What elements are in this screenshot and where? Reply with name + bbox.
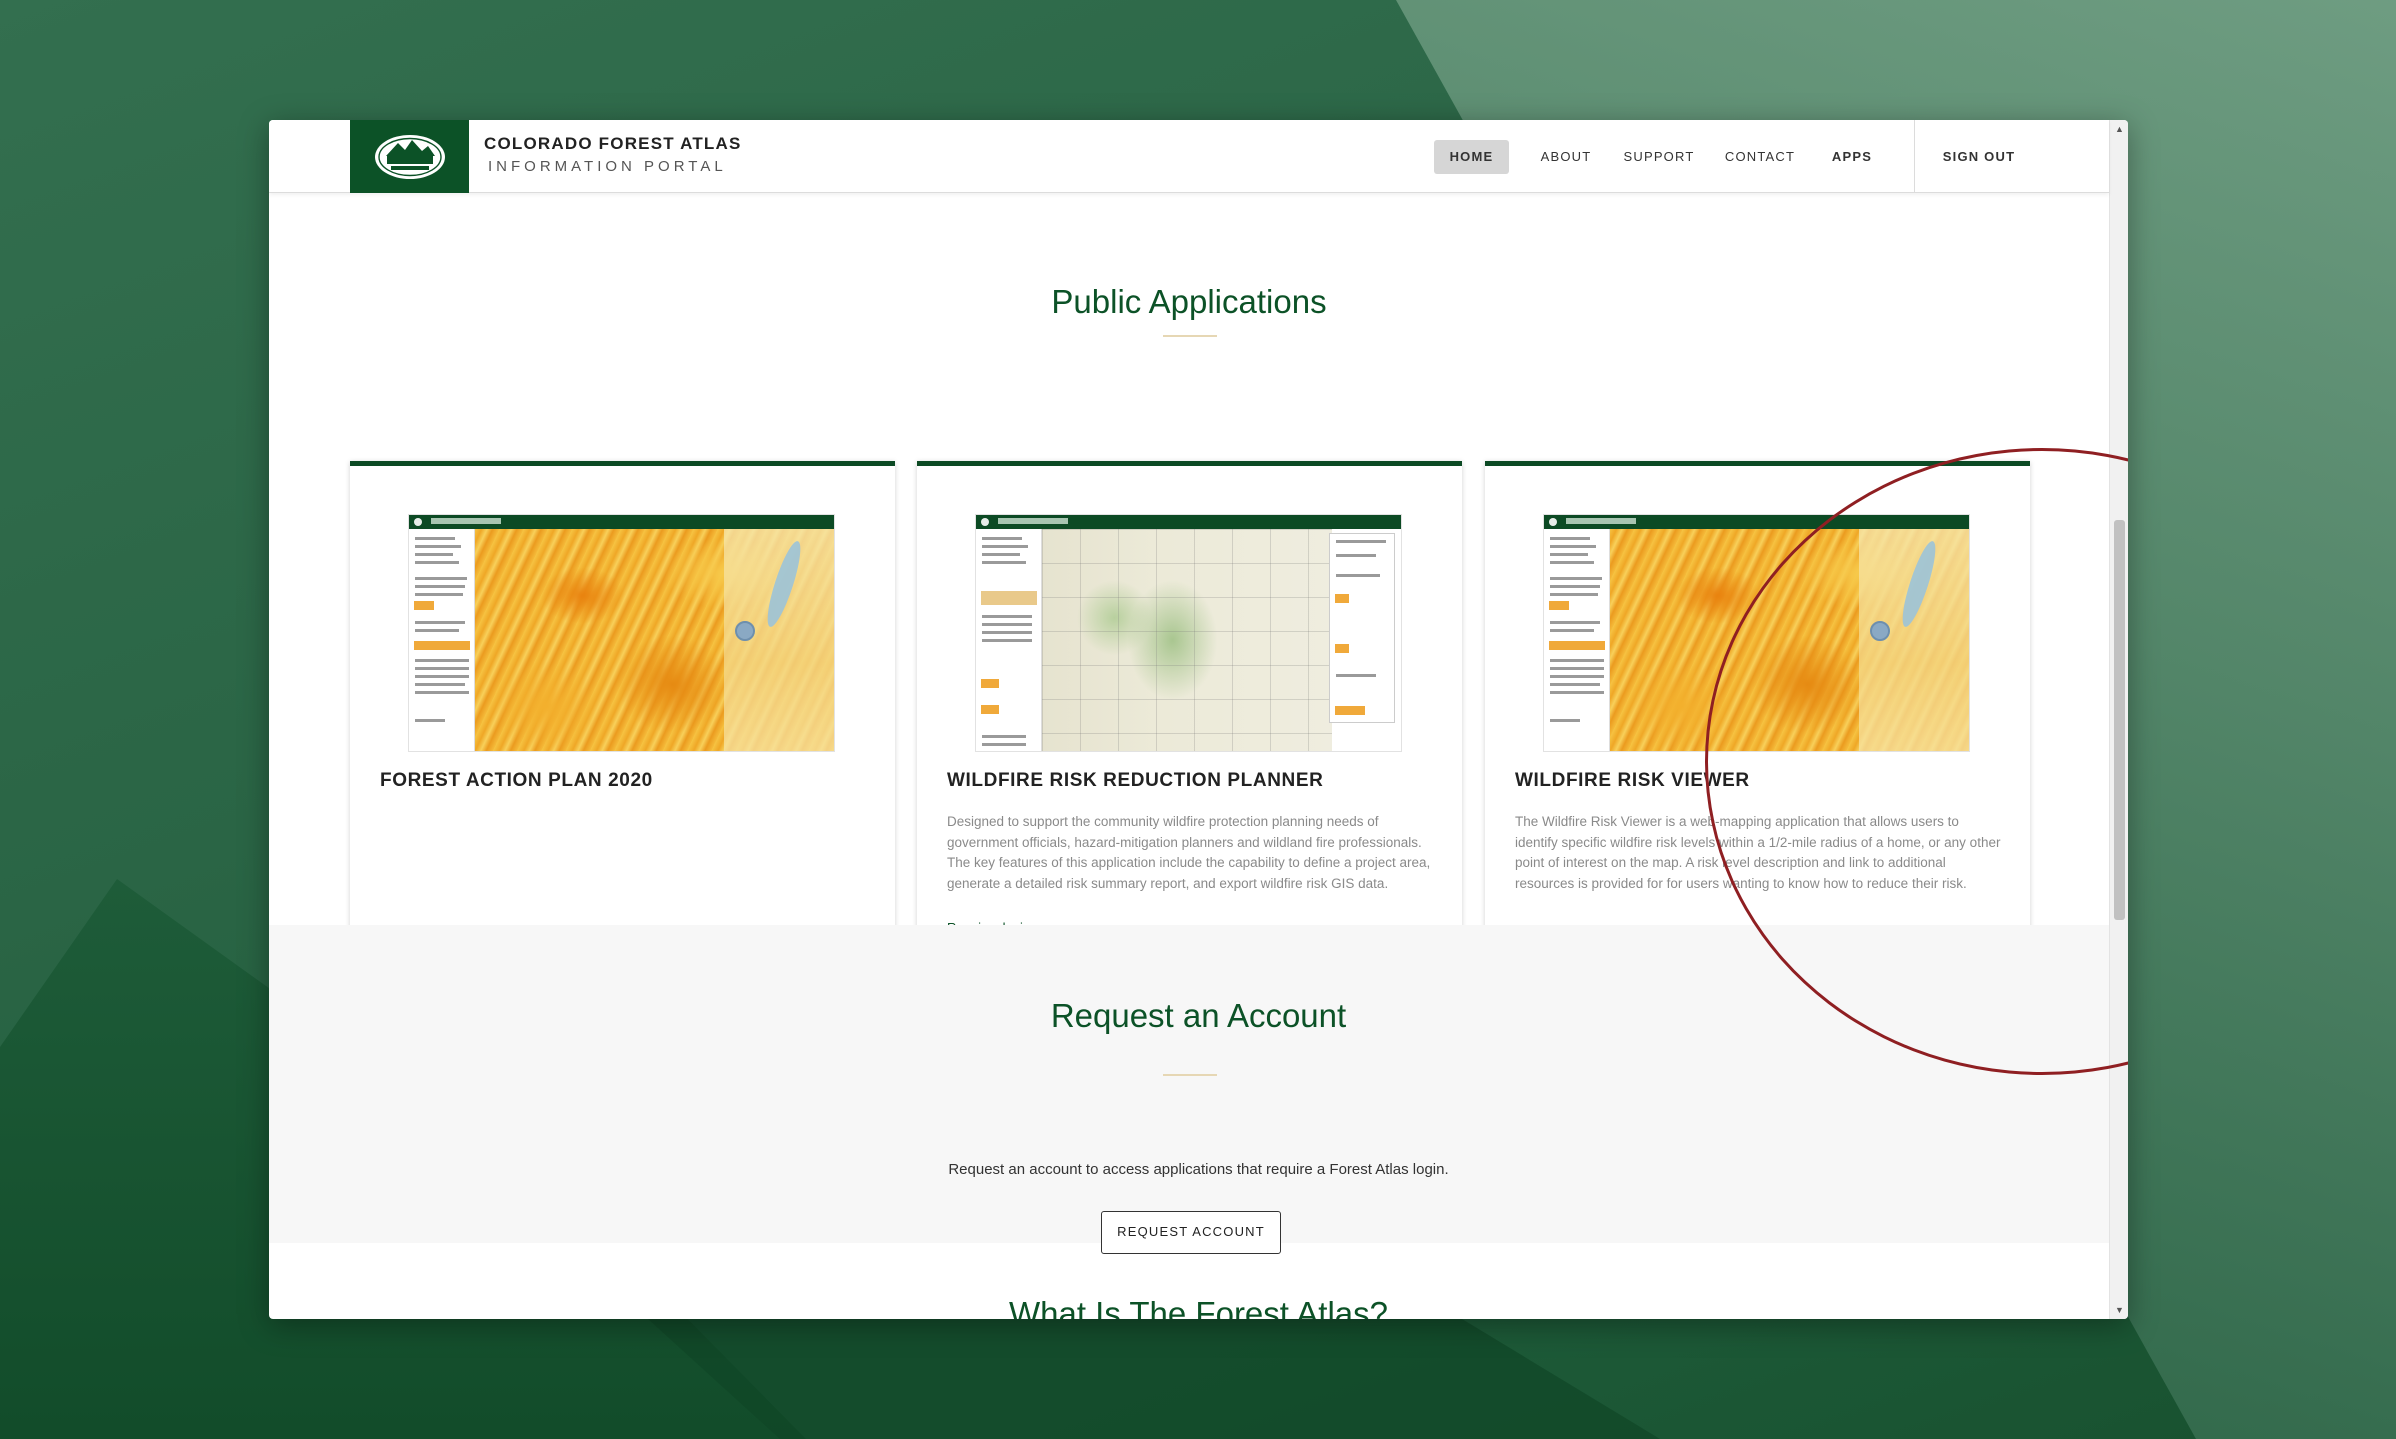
screenshot-risk-map bbox=[1610, 529, 1969, 751]
section-divider bbox=[1163, 1074, 1217, 1076]
nav-about[interactable]: ABOUT bbox=[1531, 140, 1601, 174]
screenshot-topbar bbox=[409, 515, 834, 529]
brand-title: COLORADO FOREST ATLAS bbox=[484, 134, 742, 153]
screenshot-sidebar bbox=[409, 529, 475, 751]
card-title[interactable]: WILDFIRE RISK REDUCTION PLANNER bbox=[947, 770, 1323, 792]
screenshot-topbar bbox=[1544, 515, 1969, 529]
screenshot-risk-map bbox=[475, 529, 834, 751]
section-divider bbox=[1163, 335, 1217, 337]
app-screenshot-wildfire-planner[interactable] bbox=[975, 514, 1402, 752]
card-title[interactable]: FOREST ACTION PLAN 2020 bbox=[380, 770, 653, 792]
nav-apps[interactable]: APPS bbox=[1819, 140, 1885, 174]
request-account-section bbox=[269, 925, 2109, 1243]
request-account-button[interactable]: REQUEST ACCOUNT bbox=[1101, 1211, 1281, 1254]
csfs-logo[interactable] bbox=[350, 120, 469, 193]
app-screenshot-wildfire-risk-viewer[interactable] bbox=[1543, 514, 1970, 752]
screenshot-topbar bbox=[976, 515, 1401, 529]
card-title[interactable]: WILDFIRE RISK VIEWER bbox=[1515, 770, 1750, 792]
brand-subtitle: INFORMATION PORTAL bbox=[488, 158, 727, 175]
scroll-up-icon[interactable]: ▲ bbox=[2110, 120, 2128, 138]
brand[interactable]: COLORADO FOREST ATLAS INFORMATION PORTAL bbox=[484, 134, 742, 175]
nav-divider bbox=[1914, 120, 1915, 193]
nav-sign-out[interactable]: SIGN OUT bbox=[1933, 140, 2025, 174]
screenshot-sidebar bbox=[976, 529, 1042, 751]
request-account-title: Request an Account bbox=[1050, 997, 1347, 1034]
screenshot-colorado-map bbox=[1042, 529, 1332, 751]
public-applications-title: Public Applications bbox=[1051, 283, 1327, 320]
app-card-forest-action-plan[interactable]: FOREST ACTION PLAN 2020 bbox=[350, 461, 895, 977]
scroll-down-icon[interactable]: ▼ bbox=[2110, 1301, 2128, 1319]
forest-atlas-section-title: What Is The Forest Atlas? bbox=[1008, 1295, 1389, 1319]
request-account-text: Request an account to access application… bbox=[948, 1161, 1449, 1178]
card-description: The Wildfire Risk Viewer is a web-mappin… bbox=[1515, 814, 2001, 891]
nav-home[interactable]: HOME bbox=[1434, 140, 1509, 174]
app-card-wildfire-risk-reduction-planner[interactable]: WILDFIRE RISK REDUCTION PLANNER Designed… bbox=[917, 461, 1462, 977]
screenshot-sidebar bbox=[1544, 529, 1610, 751]
browser-window: COLORADO FOREST ATLAS INFORMATION PORTAL… bbox=[269, 120, 2128, 1319]
vertical-scrollbar[interactable]: ▲ ▼ bbox=[2109, 120, 2128, 1319]
csfs-logo-icon bbox=[374, 134, 445, 179]
app-screenshot-forest-action-plan[interactable] bbox=[408, 514, 835, 752]
app-card-wildfire-risk-viewer[interactable]: WILDFIRE RISK VIEWER The Wildfire Risk V… bbox=[1485, 461, 2030, 977]
screenshot-panel bbox=[1329, 533, 1395, 723]
nav-contact[interactable]: CONTACT bbox=[1718, 140, 1802, 174]
card-description: Designed to support the community wildfi… bbox=[947, 814, 1431, 891]
nav-support[interactable]: SUPPORT bbox=[1618, 140, 1700, 174]
site-header: COLORADO FOREST ATLAS INFORMATION PORTAL… bbox=[269, 120, 2109, 193]
scrollbar-thumb[interactable] bbox=[2114, 520, 2125, 920]
